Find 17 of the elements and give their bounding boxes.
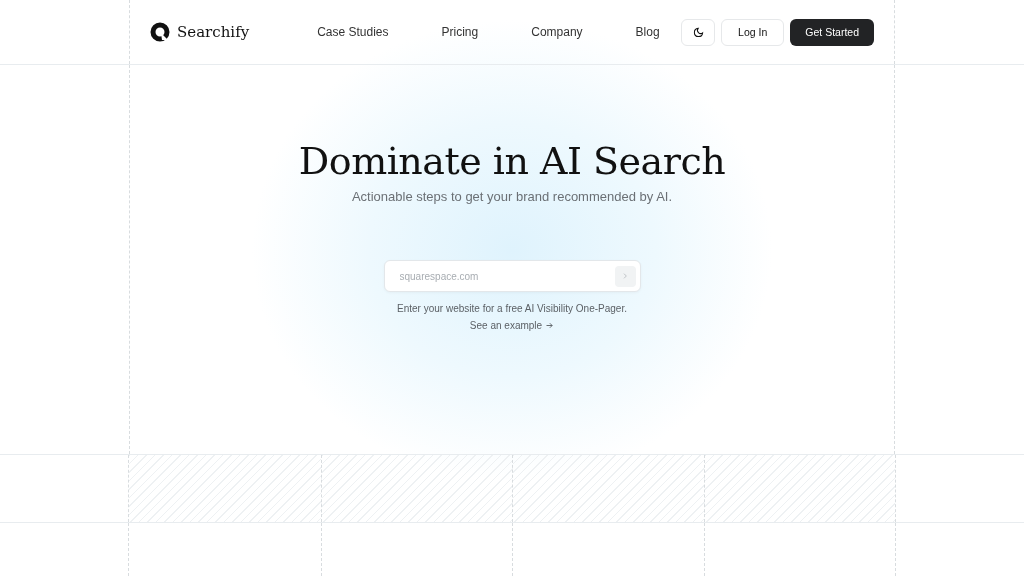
nav-link[interactable]: Case Studies bbox=[317, 25, 389, 39]
hero-subtitle: Actionable steps to get your brand recommended by AI. bbox=[351, 189, 673, 204]
moon-icon bbox=[692, 26, 704, 38]
nav-link[interactable]: Pricing bbox=[441, 25, 479, 39]
logo-icon bbox=[150, 22, 170, 42]
hero-title: Dominate in AI Search bbox=[298, 139, 726, 183]
website-input-field[interactable]: squarespace.com bbox=[383, 260, 641, 292]
input-hint: Enter your website for a free AI Visibility One-Pager. bbox=[397, 303, 627, 314]
nav-link[interactable]: Company bbox=[531, 25, 583, 39]
brand-name: Searchify bbox=[177, 23, 250, 41]
example-link[interactable]: See an example bbox=[469, 320, 555, 331]
get-started-button[interactable]: Get Started bbox=[790, 18, 874, 46]
login-button[interactable]: Log In bbox=[721, 18, 785, 46]
theme-toggle-button[interactable] bbox=[681, 18, 716, 46]
nav-link[interactable]: Blog bbox=[635, 25, 660, 39]
chevron-right-icon bbox=[621, 272, 629, 280]
arrow-right-icon bbox=[545, 321, 555, 330]
